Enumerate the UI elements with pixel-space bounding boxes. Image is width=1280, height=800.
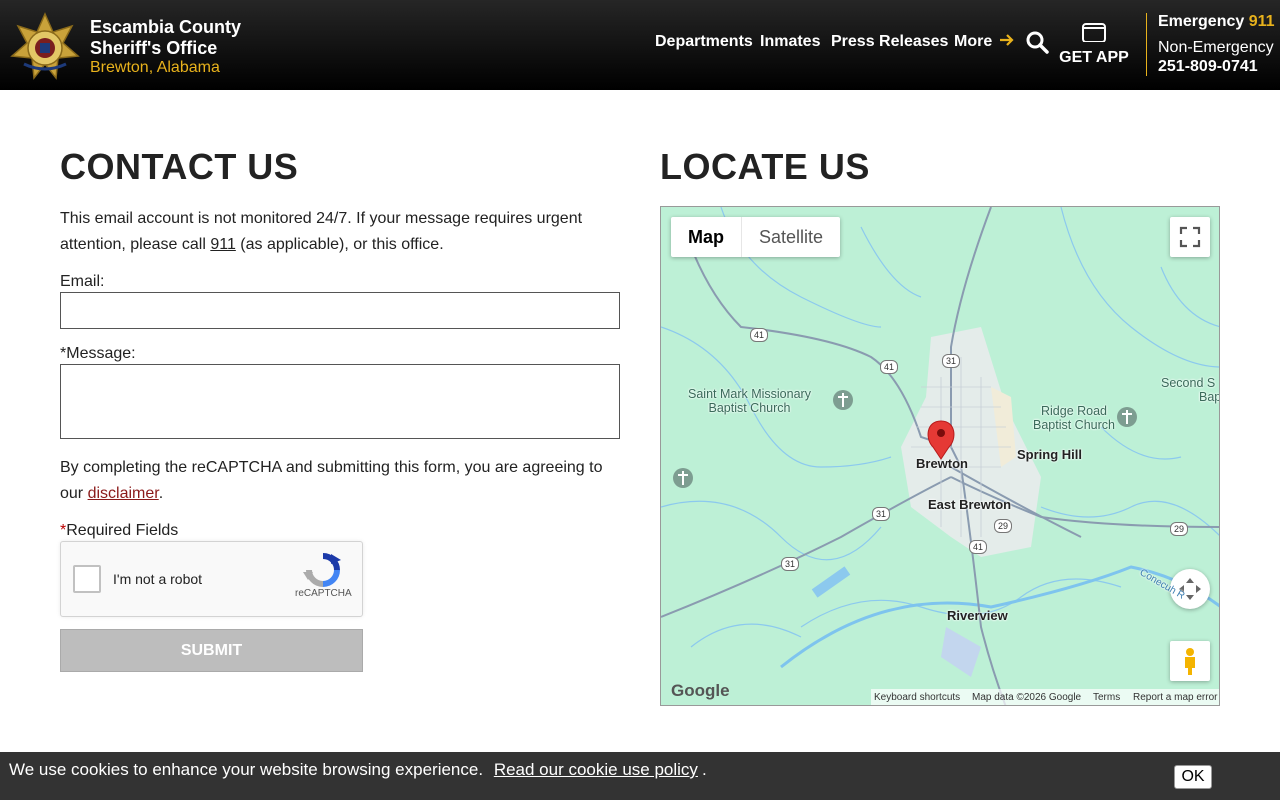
locate-title: LOCATE US: [660, 146, 870, 187]
place-ridge-road-line2: Baptist Church: [1033, 418, 1115, 432]
non-emergency-label: Non-Emergency: [1158, 39, 1274, 56]
fullscreen-button[interactable]: [1170, 217, 1210, 257]
cookie-message: We use cookies to enhance your website b…: [9, 760, 484, 779]
contact-title: CONTACT US: [60, 146, 299, 187]
place-second-line1: Second S: [1161, 376, 1216, 390]
intro-after: (as applicable), or this office.: [235, 236, 444, 253]
email-field[interactable]: [60, 292, 620, 329]
phone-icon: [1082, 23, 1106, 43]
cookie-banner: We use cookies to enhance your website b…: [0, 752, 1280, 800]
contact-intro: This email account is not monitored 24/7…: [60, 206, 620, 258]
submit-button[interactable]: SUBMIT: [60, 629, 363, 672]
google-logo[interactable]: Google: [671, 681, 730, 701]
site-header: Escambia County Sheriff's Office Brewton…: [0, 0, 1280, 90]
non-emergency-number[interactable]: 251-809-0741: [1158, 58, 1258, 76]
recaptcha-widget: I'm not a robot reCAPTCHA: [60, 541, 363, 617]
map-type-satellite[interactable]: Satellite: [741, 217, 840, 257]
route-shield: 41: [880, 360, 898, 374]
arrow-right-icon: [999, 34, 1014, 46]
emergency-label: Emergency: [1158, 13, 1245, 30]
required-fields-note: *Required Fields: [60, 522, 178, 540]
map-type-control: Map Satellite: [671, 217, 841, 257]
agree-text: By completing the reCAPTCHA and submitti…: [60, 455, 620, 507]
org-name-line1: Escambia County: [90, 17, 242, 37]
get-app-button[interactable]: GET APP: [1058, 22, 1130, 67]
org-name-line2: Sheriff's Office: [90, 38, 218, 58]
place-ridge-road-line1: Ridge Road: [1040, 404, 1107, 418]
route-shield: 31: [781, 557, 799, 571]
route-shield: 41: [969, 540, 987, 554]
place-ridge-road: Ridge Road Baptist Church: [1033, 404, 1115, 432]
terms-link[interactable]: Terms: [1093, 692, 1120, 703]
route-shield: 31: [942, 354, 960, 368]
message-label: Message:: [66, 345, 136, 362]
cookie-policy-link[interactable]: Read our cookie use policy: [494, 760, 698, 779]
place-saint-mark: Saint Mark Missionary Baptist Church: [688, 387, 811, 415]
message-field[interactable]: [60, 364, 620, 439]
place-east-brewton: East Brewton: [928, 497, 1012, 512]
route-shield: 29: [994, 519, 1012, 533]
org-name[interactable]: Escambia County Sheriff's Office: [90, 17, 241, 59]
cookie-text: We use cookies to enhance your website b…: [9, 760, 707, 780]
header-divider: [1146, 13, 1147, 76]
disclaimer-link[interactable]: disclaimer: [88, 485, 159, 502]
keyboard-shortcuts-link[interactable]: Keyboard shortcuts: [874, 692, 960, 703]
intro-911-link[interactable]: 911: [210, 236, 236, 253]
recaptcha-logo-icon: [303, 553, 341, 587]
nav-more[interactable]: More: [954, 33, 1015, 51]
report-map-error-link[interactable]: Report a map error: [1133, 692, 1217, 703]
place-spring-hill: Spring Hill: [1017, 447, 1082, 462]
nav-inmates[interactable]: Inmates: [760, 33, 820, 51]
route-shield: 41: [750, 328, 768, 342]
agree-after: .: [158, 485, 164, 502]
email-label: Email:: [60, 273, 105, 290]
message-label-wrap: *Message:: [60, 345, 136, 363]
recaptcha-checkbox[interactable]: [73, 565, 101, 593]
pegman-icon: [1185, 648, 1195, 675]
get-app-label: GET APP: [1059, 49, 1129, 66]
recaptcha-brand: reCAPTCHA: [295, 588, 352, 599]
fullscreen-icon: [1179, 226, 1201, 248]
place-second-line2: Bap: [1199, 390, 1220, 404]
required-text: Required Fields: [66, 522, 179, 539]
map-type-map[interactable]: Map: [671, 217, 741, 257]
cookie-after: .: [701, 760, 707, 779]
map-data-attribution: Map data ©2026 Google: [972, 692, 1082, 703]
recaptcha-label: I'm not a robot: [113, 571, 203, 587]
route-shield: 29: [1170, 522, 1188, 536]
place-second: Second S Bap: [1161, 376, 1220, 404]
search-icon[interactable]: [1025, 30, 1049, 54]
place-riverview: Riverview: [947, 608, 1008, 623]
google-map[interactable]: Map Satellite Brewton East Brewton Sprin…: [660, 206, 1220, 706]
place-brewton: Brewton: [916, 456, 968, 471]
sheriff-star-logo[interactable]: [10, 12, 80, 82]
nav-more-label: More: [954, 33, 993, 50]
emergency-line[interactable]: Emergency 911: [1158, 13, 1275, 31]
route-shield: 31: [872, 507, 890, 521]
org-location: Brewton, Alabama: [90, 59, 220, 76]
place-saint-mark-line2: Baptist Church: [708, 401, 791, 415]
cookie-ok-button[interactable]: OK: [1174, 765, 1212, 789]
place-saint-mark-line1: Saint Mark Missionary: [688, 387, 811, 401]
nav-press-releases[interactable]: Press Releases: [831, 33, 948, 51]
street-view-button[interactable]: [1170, 641, 1210, 681]
emergency-number: 911: [1248, 13, 1275, 30]
nav-departments[interactable]: Departments: [655, 33, 753, 51]
